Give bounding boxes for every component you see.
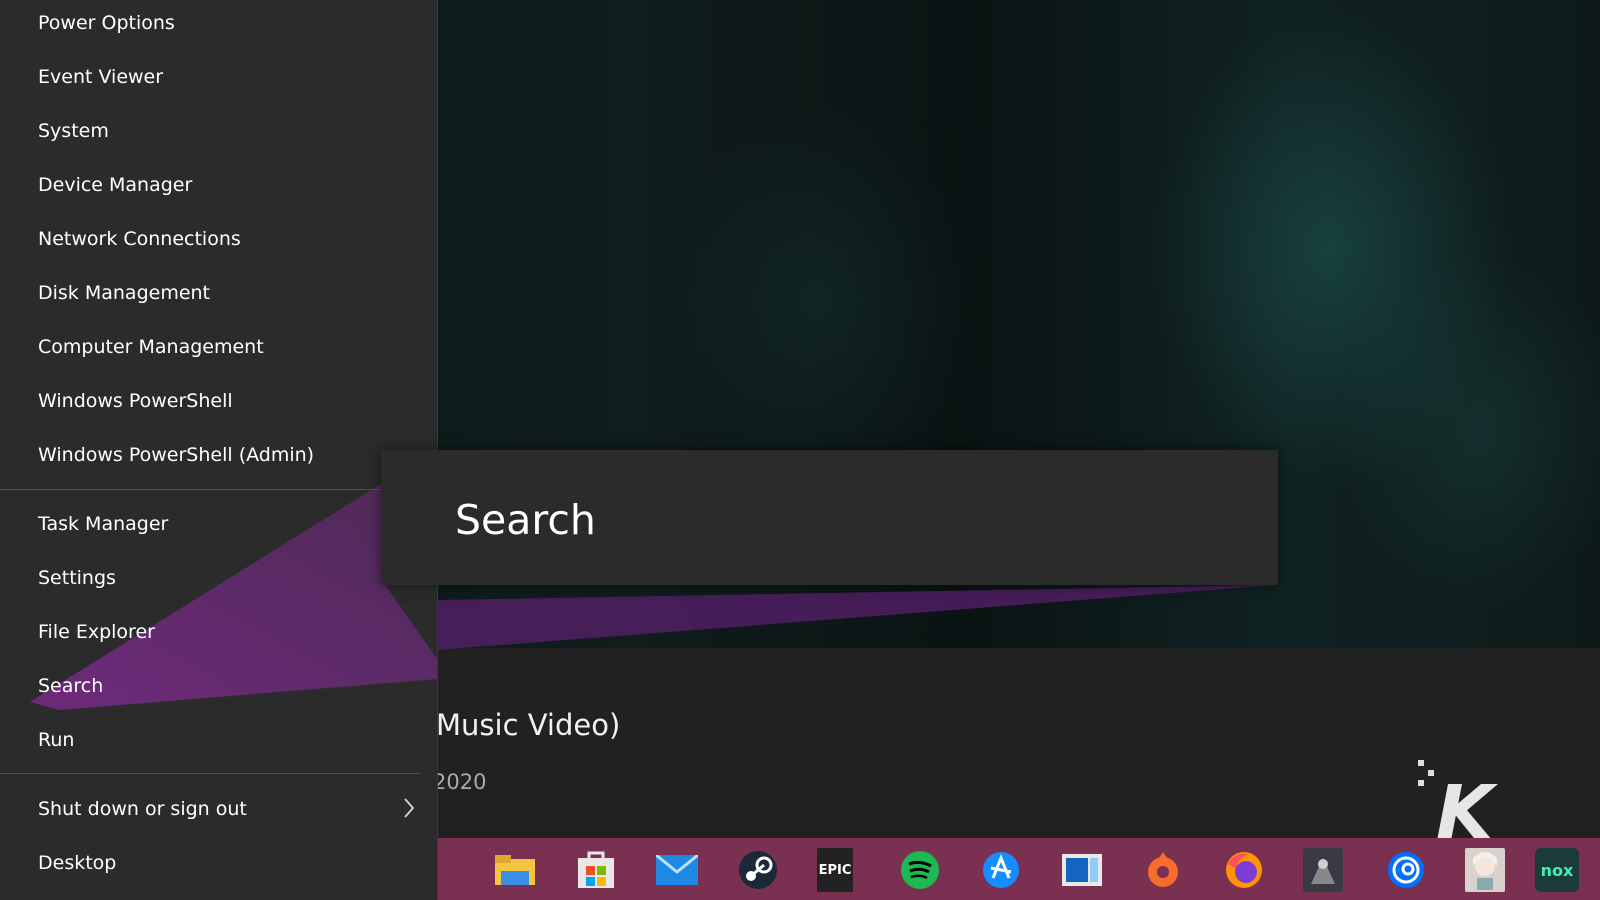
menu-item-windows-powershell[interactable]: Windows PowerShell — [38, 389, 233, 413]
menu-item-system[interactable]: System — [38, 119, 109, 143]
knowtechie-logo-icon: K — [1418, 760, 1498, 840]
uplay-icon[interactable] — [1384, 848, 1428, 892]
menu-item-computer-management[interactable]: Computer Management — [38, 335, 264, 359]
anime-app-icon[interactable] — [1465, 848, 1505, 892]
menu-separator — [0, 773, 420, 774]
search-callout-label: Search — [455, 496, 596, 544]
menu-item-network-connections[interactable]: Network Connections — [38, 227, 241, 251]
menu-item-power-options[interactable]: Power Options — [38, 11, 175, 35]
mail-icon[interactable] — [655, 848, 699, 892]
steam-icon[interactable] — [736, 848, 780, 892]
menu-separator — [0, 489, 381, 490]
svg-text:K: K — [1436, 770, 1498, 840]
menu-item-shut-down-or-sign-out[interactable]: Shut down or sign out — [38, 797, 247, 821]
spotify-icon[interactable] — [898, 848, 942, 892]
menu-item-task-manager[interactable]: Task Manager — [38, 512, 168, 536]
menu-item-windows-powershell-admin[interactable]: Windows PowerShell (Admin) — [38, 443, 314, 467]
menu-item-disk-management[interactable]: Disk Management — [38, 281, 210, 305]
epic-games-label: EPIC — [818, 862, 852, 878]
taskbar: EPIC nox — [437, 838, 1600, 900]
power-user-menu: Power Options Event Viewer System Device… — [0, 0, 438, 900]
microsoft-store-icon[interactable] — [574, 848, 618, 892]
game-shortcut-icon[interactable] — [1303, 848, 1343, 892]
origin-icon[interactable] — [1141, 848, 1185, 892]
photo-app-icon[interactable] — [1060, 848, 1104, 892]
epic-games-icon[interactable]: EPIC — [817, 848, 853, 892]
menu-item-desktop[interactable]: Desktop — [38, 851, 116, 875]
chevron-right-icon — [404, 798, 415, 818]
nox-label: nox — [1540, 860, 1574, 880]
video-title[interactable]: Music Video) — [436, 708, 620, 742]
menu-item-settings[interactable]: Settings — [38, 566, 116, 590]
menu-item-event-viewer[interactable]: Event Viewer — [38, 65, 163, 89]
firefox-icon[interactable] — [1222, 848, 1266, 892]
menu-item-file-explorer[interactable]: File Explorer — [38, 620, 155, 644]
battle-net-icon[interactable] — [979, 848, 1023, 892]
video-date: 2020 — [433, 770, 487, 794]
menu-item-search[interactable]: Search — [38, 674, 103, 698]
file-explorer-icon[interactable] — [493, 848, 537, 892]
menu-item-device-manager[interactable]: Device Manager — [38, 173, 192, 197]
menu-item-run[interactable]: Run — [38, 728, 74, 752]
search-callout: Search — [381, 450, 1278, 585]
nox-icon[interactable]: nox — [1535, 848, 1579, 892]
